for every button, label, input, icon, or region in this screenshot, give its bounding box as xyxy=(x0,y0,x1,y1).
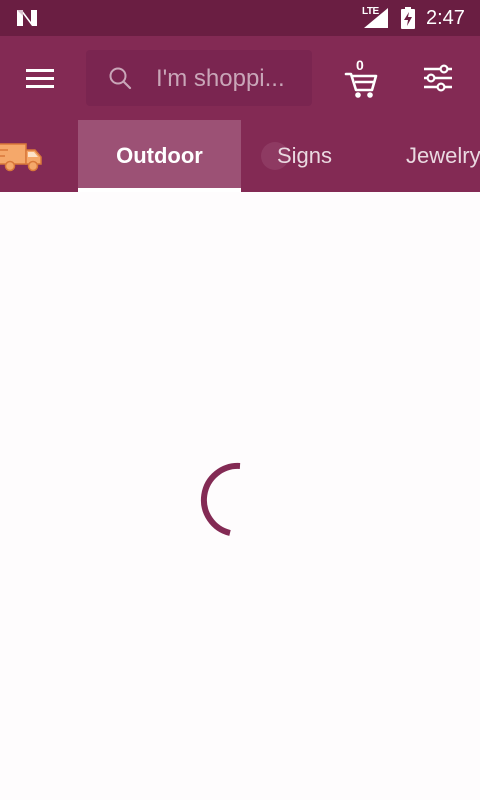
content-area xyxy=(0,192,480,800)
battery-charging-icon xyxy=(401,7,415,29)
search-input[interactable]: I'm shoppi... xyxy=(86,50,312,106)
cart-count-badge: 0 xyxy=(356,57,364,73)
top-toolbar: I'm shoppi... 0 xyxy=(0,36,480,120)
status-bar: LTE 2:47 xyxy=(0,0,480,36)
tab-outdoor[interactable]: Outdoor xyxy=(78,120,241,192)
search-icon xyxy=(109,67,132,90)
sliders-filter-icon xyxy=(424,64,452,92)
status-time: 2:47 xyxy=(426,7,465,29)
loading-spinner-icon xyxy=(200,462,241,536)
tab-signs[interactable]: Signs xyxy=(261,120,333,192)
app-screen: LTE 2:47 I'm shoppi... 0 Outdoor Signs J… xyxy=(0,0,480,800)
cart-button[interactable]: 0 xyxy=(336,56,386,102)
delivery-truck-icon xyxy=(0,143,42,172)
tab-jewelry[interactable]: Jewelry xyxy=(406,120,480,192)
menu-button[interactable] xyxy=(18,58,66,98)
android-n-icon xyxy=(17,10,37,26)
search-placeholder: I'm shoppi... xyxy=(156,66,285,92)
signal-icon xyxy=(364,8,388,28)
tab-label: Outdoor xyxy=(116,143,203,168)
tab-label: Jewelry xyxy=(406,143,480,168)
tab-label: Signs xyxy=(277,143,333,168)
category-tabs: Outdoor Signs Jewelry xyxy=(0,120,480,192)
filter-button[interactable] xyxy=(414,58,462,98)
tab-delivery[interactable] xyxy=(0,136,48,176)
hamburger-menu-icon xyxy=(26,69,54,88)
